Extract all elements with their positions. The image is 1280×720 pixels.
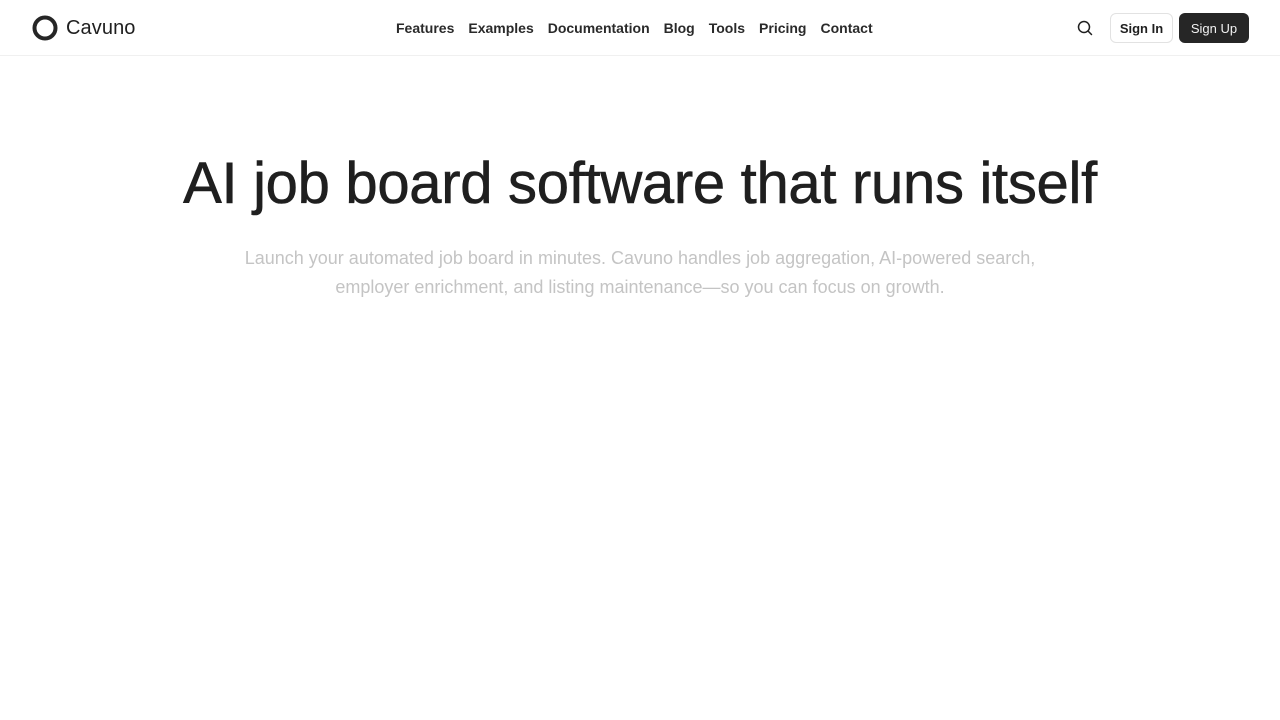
brand-name: Cavuno <box>66 16 136 39</box>
search-button[interactable] <box>1074 17 1096 39</box>
nav-link-tools[interactable]: Tools <box>709 20 745 36</box>
ring-logo-icon <box>32 15 58 41</box>
site-header: Cavuno Features Examples Documentation B… <box>0 0 1280 56</box>
nav-link-blog[interactable]: Blog <box>664 20 695 36</box>
search-icon <box>1077 20 1093 36</box>
nav-link-contact[interactable]: Contact <box>821 20 873 36</box>
nav-link-documentation[interactable]: Documentation <box>548 20 650 36</box>
hero-title: AI job board software that runs itself <box>183 151 1098 217</box>
brand-home-link[interactable]: Cavuno <box>32 14 136 42</box>
nav-link-examples[interactable]: Examples <box>468 20 533 36</box>
hero-subtitle: Launch your automated job board in minut… <box>244 248 1036 297</box>
sign-in-button[interactable]: Sign In <box>1110 13 1173 43</box>
main-nav: Features Examples Documentation Blog Too… <box>396 18 873 38</box>
nav-link-features[interactable]: Features <box>396 20 454 36</box>
sign-up-button[interactable]: Sign Up <box>1179 13 1249 43</box>
nav-link-pricing[interactable]: Pricing <box>759 20 806 36</box>
